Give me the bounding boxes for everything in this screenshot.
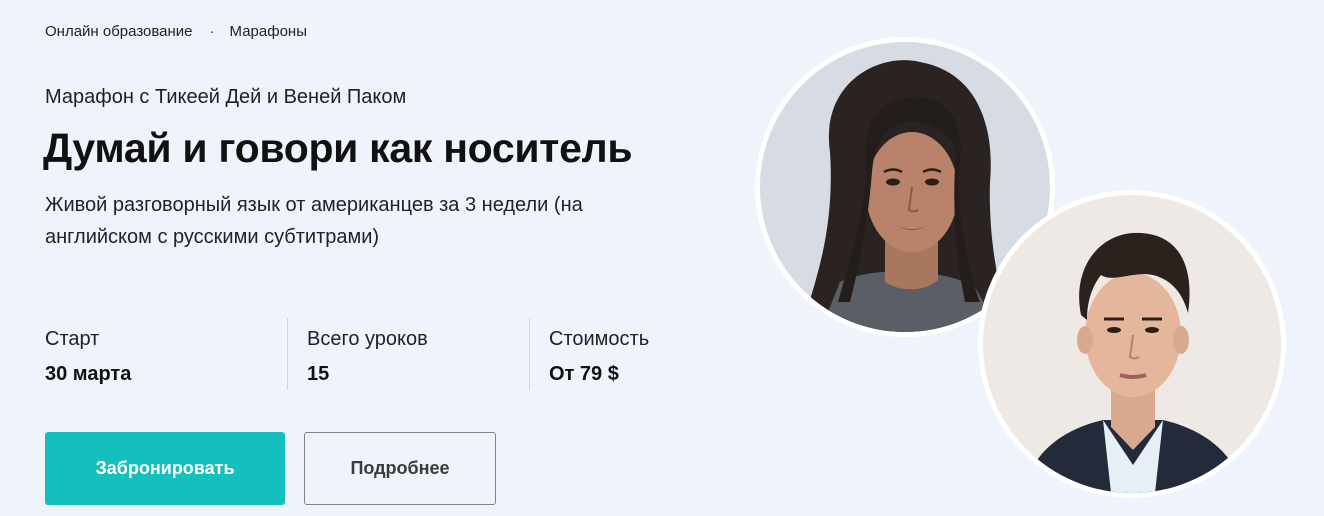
instructor-portrait-man (983, 195, 1281, 493)
stat-start: Старт 30 марта (45, 318, 287, 390)
stat-price: Стоимость От 79 $ (529, 318, 729, 390)
book-button[interactable]: Забронировать (45, 432, 285, 505)
more-details-button[interactable]: Подробнее (304, 432, 496, 505)
stat-lessons-label: Всего уроков (307, 328, 428, 350)
course-stats: Старт 30 марта Всего уроков 15 Стоимость… (45, 318, 729, 390)
stat-lessons: Всего уроков 15 (287, 318, 529, 390)
course-subtitle: Живой разговорный язык от американцев за… (45, 194, 583, 248)
breadcrumb-item-marathons[interactable]: Марафоны (230, 23, 307, 40)
stat-start-value: 30 марта (45, 363, 132, 385)
breadcrumb-separator: · (209, 23, 215, 40)
course-eyebrow: Марафон с Тикеей Дей и Веней Паком (45, 86, 407, 108)
stat-lessons-value: 15 (307, 363, 330, 385)
breadcrumb-item-online-education[interactable]: Онлайн образование (45, 23, 193, 40)
stat-start-label: Старт (45, 328, 100, 350)
stat-price-label: Стоимость (549, 328, 650, 350)
breadcrumb: Онлайн образование · Марафоны (45, 23, 307, 40)
instructor-photo-venya (978, 190, 1286, 498)
stat-price-value: От 79 $ (549, 363, 619, 385)
page-title: Думай и говори как носитель (43, 125, 633, 171)
